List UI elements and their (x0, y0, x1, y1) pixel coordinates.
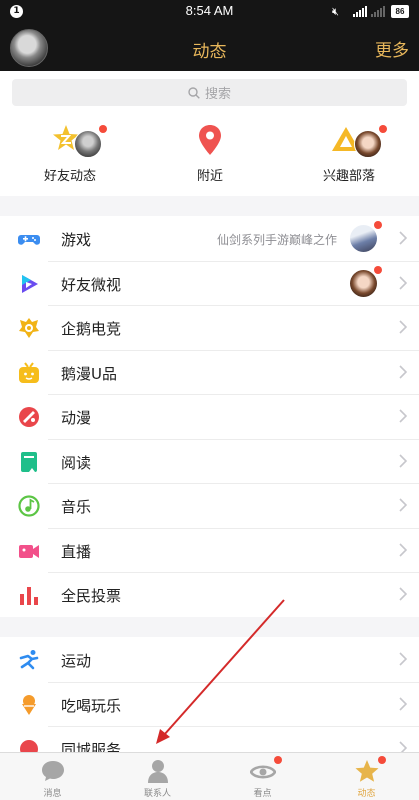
list-item-label: 动漫 (61, 409, 92, 427)
list-item-label: 鹅漫U品 (61, 364, 117, 383)
list-item-subtitle: 仙剑系列手游巅峰之作 (216, 233, 337, 247)
red-dot-badge (99, 125, 107, 133)
red-dot-badge (274, 756, 282, 764)
weishi-icon (22, 274, 38, 293)
more-button[interactable]: 更多 (375, 36, 409, 61)
tab-feed[interactable]: 动态 (314, 753, 419, 800)
list-item-label: 全民投票 (61, 587, 122, 605)
list-item-label: 音乐 (61, 498, 92, 516)
quick-entry-nearby[interactable]: 附近 (140, 113, 280, 196)
quick-entry-interest-tribe[interactable]: 兴趣部落 (279, 113, 419, 196)
chevron-right-icon (399, 409, 407, 423)
vote-bars-icon (20, 587, 38, 605)
list-item-game[interactable]: 游戏 仙剑系列手游巅峰之作 (0, 216, 419, 261)
search-placeholder: 搜索 (204, 87, 231, 102)
signal-weak-icon (371, 6, 385, 17)
signal-icon (353, 6, 367, 17)
red-dot-badge (374, 265, 382, 274)
kandian-eye-icon (250, 765, 276, 779)
list-item-penguin-esports[interactable]: 企鹅电竞 (0, 305, 419, 350)
contacts-icon (148, 760, 168, 783)
chevron-right-icon (399, 587, 407, 601)
friend-avatar (74, 130, 102, 158)
list-item-label: 企鹅电竞 (61, 320, 122, 338)
page-title: 动态 (192, 42, 227, 62)
quick-entry-friends-feed[interactable]: 好友动态 (0, 113, 140, 196)
gamepad-icon (18, 235, 40, 245)
chevron-right-icon (399, 652, 407, 666)
tab-label: 看点 (253, 789, 272, 799)
list-item-live[interactable]: 直播 (0, 527, 419, 573)
tab-label: 消息 (43, 789, 62, 799)
book-icon (21, 451, 37, 472)
tab-kandian[interactable]: 看点 (210, 753, 315, 800)
red-dot-badge (379, 125, 387, 133)
list-item-label: 阅读 (61, 453, 92, 472)
feature-list: 游戏 仙剑系列手游巅峰之作 好友微视 企鹅电竞 鹅漫U品 动漫 阅读 音乐 直播… (0, 216, 419, 617)
list-item-friends-weishi[interactable]: 好友微视 (0, 260, 419, 306)
status-bar: 1 8:54 AM 🔇︎ 86 (0, 0, 419, 24)
red-dot-badge (378, 756, 386, 764)
list-item-music[interactable]: 音乐 (0, 483, 419, 528)
list-item-reading[interactable]: 阅读 (0, 438, 419, 484)
quick-entries: 好友动态 附近 兴趣部落 (0, 113, 419, 196)
chevron-right-icon (399, 364, 407, 379)
chevron-right-icon (399, 231, 407, 245)
chevron-right-icon (399, 320, 407, 334)
location-pin-icon (199, 125, 221, 155)
app-header: 动态 更多 (0, 24, 419, 71)
list-item-label: 同城服务 (61, 741, 122, 752)
chevron-right-icon (399, 453, 407, 468)
mute-icon: 🔇︎ (332, 5, 339, 18)
feature-list-secondary: 运动 吃喝玩乐 同城服务 (0, 637, 419, 752)
chevron-right-icon (399, 542, 407, 557)
star-tab-icon (355, 760, 379, 782)
chevron-right-icon (399, 498, 407, 512)
quick-entry-label: 兴趣部落 (322, 169, 375, 184)
friend-avatar (354, 130, 382, 158)
list-item-label: 直播 (61, 542, 92, 561)
quick-entry-label: 好友动态 (43, 169, 96, 184)
tab-label: 联系人 (143, 789, 171, 799)
list-item-label: 吃喝玩乐 (61, 696, 122, 715)
esports-icon (19, 318, 39, 338)
tab-label: 动态 (357, 789, 376, 799)
chevron-right-icon (399, 741, 407, 752)
friend-avatar (350, 269, 377, 297)
sport-runner-icon (19, 650, 39, 670)
list-item-city-service[interactable]: 同城服务 (0, 726, 419, 752)
tab-messages[interactable]: 消息 (0, 753, 105, 800)
chevron-right-icon (399, 696, 407, 711)
comic-icon (19, 407, 39, 427)
message-icon (42, 761, 64, 781)
quick-entry-label: 附近 (196, 169, 223, 184)
battery-icon: 86 (391, 5, 409, 18)
list-item-label: 游戏 (61, 231, 92, 249)
tv-box-icon (19, 361, 39, 383)
list-item-eman-upin[interactable]: 鹅漫U品 (0, 349, 419, 395)
list-item-label: 好友微视 (61, 275, 122, 294)
search-bar-container: 搜索 (0, 71, 419, 113)
city-service-icon (20, 740, 38, 752)
search-icon (188, 86, 200, 99)
tab-contacts[interactable]: 联系人 (105, 753, 210, 800)
list-item-label: 运动 (61, 652, 92, 670)
red-dot-badge (374, 221, 382, 229)
list-item-comics[interactable]: 动漫 (0, 394, 419, 439)
promo-thumbnail (350, 225, 377, 252)
icecream-icon (22, 694, 36, 715)
list-item-food-fun[interactable]: 吃喝玩乐 (0, 681, 419, 727)
live-camera-icon (19, 544, 39, 558)
music-icon (18, 495, 40, 517)
chevron-right-icon (399, 275, 407, 290)
list-item-national-vote[interactable]: 全民投票 (0, 572, 419, 617)
search-input[interactable]: 搜索 (12, 79, 407, 106)
list-item-sports[interactable]: 运动 (0, 637, 419, 682)
bottom-tab-bar: 消息 联系人 看点 动态 (0, 752, 419, 800)
